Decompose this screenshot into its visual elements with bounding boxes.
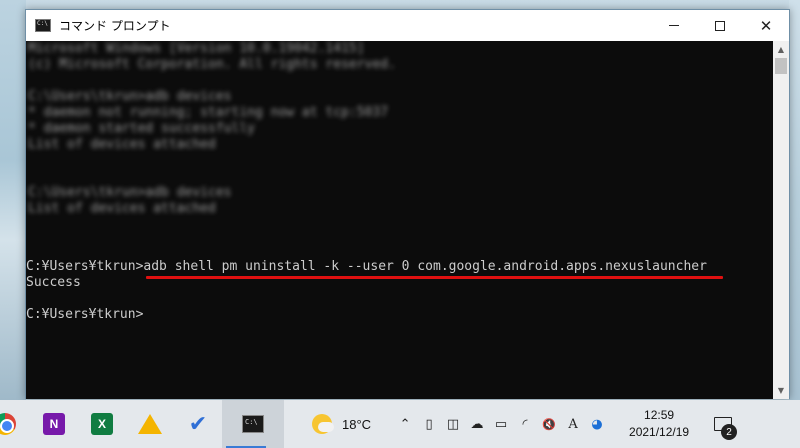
onenote-icon: N <box>43 413 65 435</box>
prompt: C:¥Users¥tkrun> <box>26 259 144 274</box>
result-line: Success <box>26 275 81 290</box>
ime-icon[interactable]: A <box>561 400 585 448</box>
maximize-button[interactable] <box>697 10 743 41</box>
temperature: 18°C <box>342 416 372 432</box>
close-button[interactable]: ✕ <box>743 10 789 41</box>
edge-icon[interactable]: ◕ <box>585 400 609 448</box>
command-prompt-window[interactable]: コマンド プロンプト ✕ Microsoft Windows [Version … <box>25 9 790 399</box>
title-bar[interactable]: コマンド プロンプト ✕ <box>26 10 789 41</box>
window-title: コマンド プロンプト <box>59 19 171 33</box>
scroll-down-icon[interactable]: ▼ <box>773 382 789 399</box>
clock-time: 12:59 <box>644 408 675 422</box>
scroll-thumb[interactable] <box>775 58 787 74</box>
close-icon: ✕ <box>759 16 773 35</box>
taskbar-command-prompt[interactable] <box>222 400 284 448</box>
weather-widget[interactable]: 18°C <box>312 414 371 434</box>
taskbar: N X ✔ 18°C ⌃ ▯ ◫ ☁ ▭ ◜ 🔇 A ◕ 12:59 2021/… <box>0 400 800 448</box>
notification-count-badge: 2 <box>721 424 738 440</box>
console-line: * daemon not running; starting now at tc… <box>28 105 389 120</box>
partly-sunny-icon <box>312 414 334 434</box>
taskbar-chrome[interactable] <box>0 400 30 448</box>
minimize-button[interactable] <box>651 10 697 41</box>
clock[interactable]: 12:59 2021/12/19 <box>619 407 699 441</box>
console-line: List of devices attached <box>28 201 216 216</box>
google-drive-icon <box>138 414 162 434</box>
taskbar-google-drive[interactable] <box>126 400 174 448</box>
desktop-background <box>0 0 26 400</box>
usb-icon[interactable]: ▯ <box>417 400 441 448</box>
minimize-icon <box>669 25 679 26</box>
chrome-icon <box>0 413 16 435</box>
console-line: C:\Users\tkrun>adb devices <box>28 185 232 200</box>
onedrive-icon[interactable]: ☁ <box>465 400 489 448</box>
red-highlight-underline <box>146 276 723 279</box>
console-line: Microsoft Windows [Version 10.0.19042.14… <box>28 41 365 56</box>
scroll-up-icon[interactable]: ▲ <box>773 41 789 58</box>
console-line: (c) Microsoft Corporation. All rights re… <box>28 57 396 72</box>
vertical-scrollbar[interactable]: ▲ ▼ <box>773 41 789 399</box>
console-line: * daemon started successfully <box>28 121 255 136</box>
command-line: C:¥Users¥tkrun>adb shell pm uninstall -k… <box>26 259 707 275</box>
taskbar-excel[interactable]: X <box>78 400 126 448</box>
chevron-up-icon[interactable]: ⌃ <box>393 400 417 448</box>
volume-mute-icon[interactable]: 🔇 <box>537 400 561 448</box>
wifi-icon[interactable]: ◜ <box>513 400 537 448</box>
system-tray: ⌃ ▯ ◫ ☁ ▭ ◜ 🔇 A ◕ <box>393 400 609 448</box>
console-line: C:\Users\tkrun>adb devices <box>28 89 232 104</box>
clock-date: 2021/12/19 <box>629 425 690 439</box>
console-line: List of devices attached <box>28 137 216 152</box>
notification-center-button[interactable]: 2 <box>709 400 738 448</box>
taskbar-todo[interactable]: ✔ <box>174 400 222 448</box>
current-prompt[interactable]: C:¥Users¥tkrun> <box>26 307 143 323</box>
blurred-console-history: Microsoft Windows [Version 10.0.19042.14… <box>26 41 456 241</box>
command-prompt-icon <box>242 415 264 433</box>
meet-now-icon[interactable]: ◫ <box>441 400 465 448</box>
taskbar-onenote[interactable]: N <box>30 400 78 448</box>
todo-icon: ✔ <box>188 411 208 437</box>
maximize-icon <box>715 20 725 31</box>
command-text: adb shell pm uninstall -k --user 0 com.g… <box>143 259 707 274</box>
desktop-background-right <box>789 0 800 400</box>
console-output[interactable]: Microsoft Windows [Version 10.0.19042.14… <box>26 41 775 399</box>
command-prompt-icon[interactable] <box>35 19 51 32</box>
excel-icon: X <box>91 413 113 435</box>
window-controls: ✕ <box>651 10 789 41</box>
battery-icon[interactable]: ▭ <box>489 400 513 448</box>
